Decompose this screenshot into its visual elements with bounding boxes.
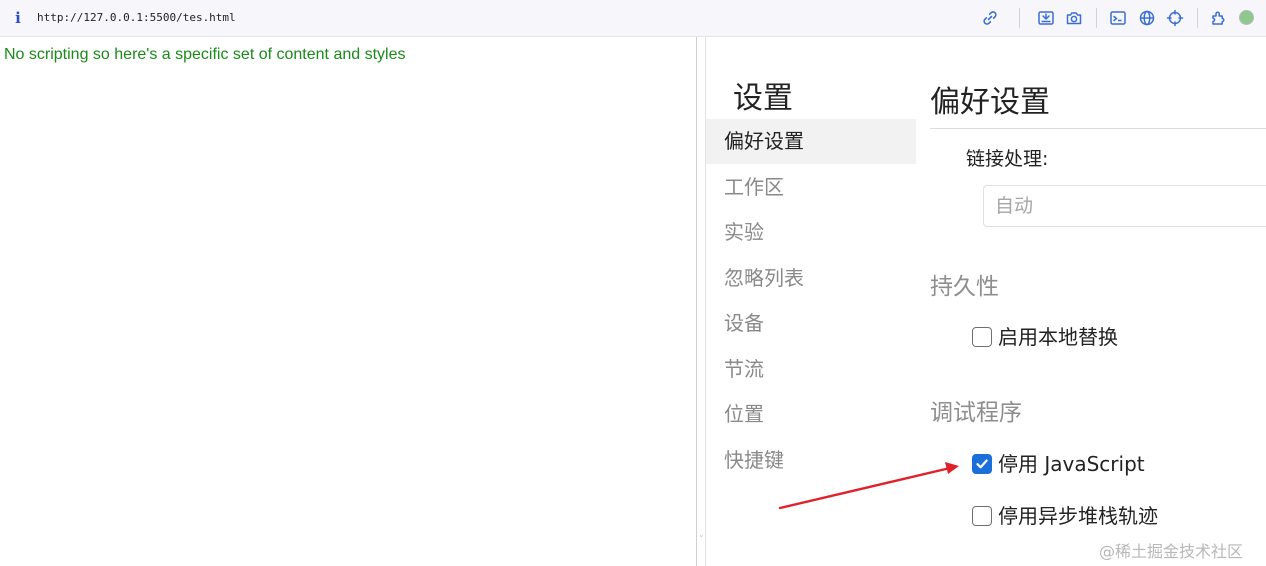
toolbar-separator — [1197, 8, 1198, 28]
link-handling-label: 链接处理: — [966, 148, 1049, 170]
page-message: No scripting so here's a specific set of… — [4, 46, 406, 63]
toolbar-separator — [1096, 8, 1097, 28]
url-text[interactable]: http://127.0.0.1:5500/tes.html — [37, 10, 236, 26]
globe-icon[interactable] — [1138, 9, 1156, 27]
nav-item-throttling[interactable]: 节流 — [706, 347, 916, 392]
enable-local-overrides-checkbox[interactable] — [972, 327, 992, 347]
camera-icon[interactable] — [1065, 9, 1083, 27]
info-icon[interactable]: i — [10, 8, 26, 28]
console-icon[interactable] — [1109, 9, 1127, 27]
disable-async-stack-traces-label[interactable]: 停用异步堆栈轨迹 — [998, 502, 1158, 530]
splitter-grip-icon[interactable]: ⌄ — [698, 531, 705, 539]
page-viewport: No scripting so here's a specific set of… — [0, 37, 696, 566]
link-handling-select[interactable]: 自动 — [983, 185, 1266, 227]
status-dot-icon[interactable] — [1239, 10, 1254, 25]
toolbar-separator — [1019, 8, 1020, 28]
link-icon[interactable] — [981, 9, 999, 27]
panel-splitter[interactable]: ⌄ — [696, 37, 706, 566]
screenshot-node-icon[interactable] — [1037, 9, 1055, 27]
nav-item-locations[interactable]: 位置 — [706, 392, 916, 437]
nav-item-devices[interactable]: 设备 — [706, 301, 916, 346]
disable-javascript-label[interactable]: 停用 JavaScript — [998, 450, 1145, 478]
nav-item-preferences[interactable]: 偏好设置 — [706, 119, 916, 164]
section-heading-debugger: 调试程序 — [930, 400, 1022, 426]
watermark: @稀土掘金技术社区 — [1099, 542, 1244, 561]
settings-title: 设置 — [733, 81, 793, 116]
pane-title: 偏好设置 — [930, 85, 1050, 120]
nav-item-experiments[interactable]: 实验 — [706, 210, 916, 255]
nav-item-workspace[interactable]: 工作区 — [706, 165, 916, 210]
disable-javascript-checkbox[interactable] — [972, 454, 992, 474]
pane-divider — [930, 128, 1266, 129]
enable-local-overrides-label[interactable]: 启用本地替换 — [998, 323, 1118, 351]
extension-icon[interactable] — [1210, 9, 1228, 27]
disable-async-stack-traces-checkbox[interactable] — [972, 506, 992, 526]
nav-item-ignore-list[interactable]: 忽略列表 — [706, 256, 916, 301]
crosshair-icon[interactable] — [1166, 9, 1184, 27]
section-heading-persistence: 持久性 — [930, 274, 999, 300]
annotation-arrow — [778, 462, 959, 510]
address-bar: i http://127.0.0.1:5500/tes.html — [0, 0, 1266, 37]
